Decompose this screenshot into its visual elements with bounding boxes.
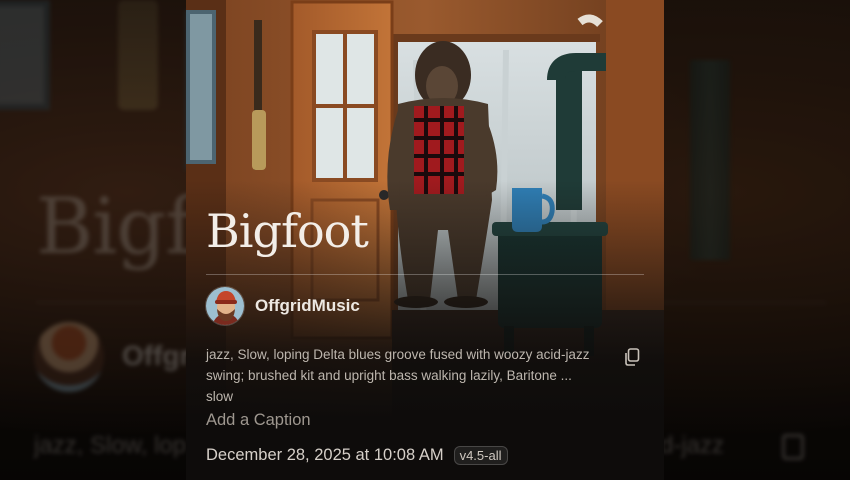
song-card: Bigfoot OffgridMusic jazz, Slow, loping … <box>186 0 664 480</box>
song-description: jazz, Slow, loping Delta blues groove fu… <box>206 347 590 404</box>
artist-row[interactable]: OffgridMusic <box>205 286 360 326</box>
model-version-badge: v4.5-all <box>453 446 508 465</box>
song-title: Bigfoot <box>206 204 369 258</box>
artist-avatar[interactable] <box>205 286 245 326</box>
add-caption-input[interactable]: Add a Caption <box>206 411 311 430</box>
song-meta: December 28, 2025 at 10:08 AM v4.5-all <box>206 446 508 465</box>
copy-icon[interactable] <box>624 348 640 366</box>
song-date: December 28, 2025 at 10:08 AM <box>206 446 444 464</box>
title-divider <box>206 274 644 275</box>
artist-name[interactable]: OffgridMusic <box>255 296 360 316</box>
lumberjack-avatar-icon <box>206 287 244 325</box>
